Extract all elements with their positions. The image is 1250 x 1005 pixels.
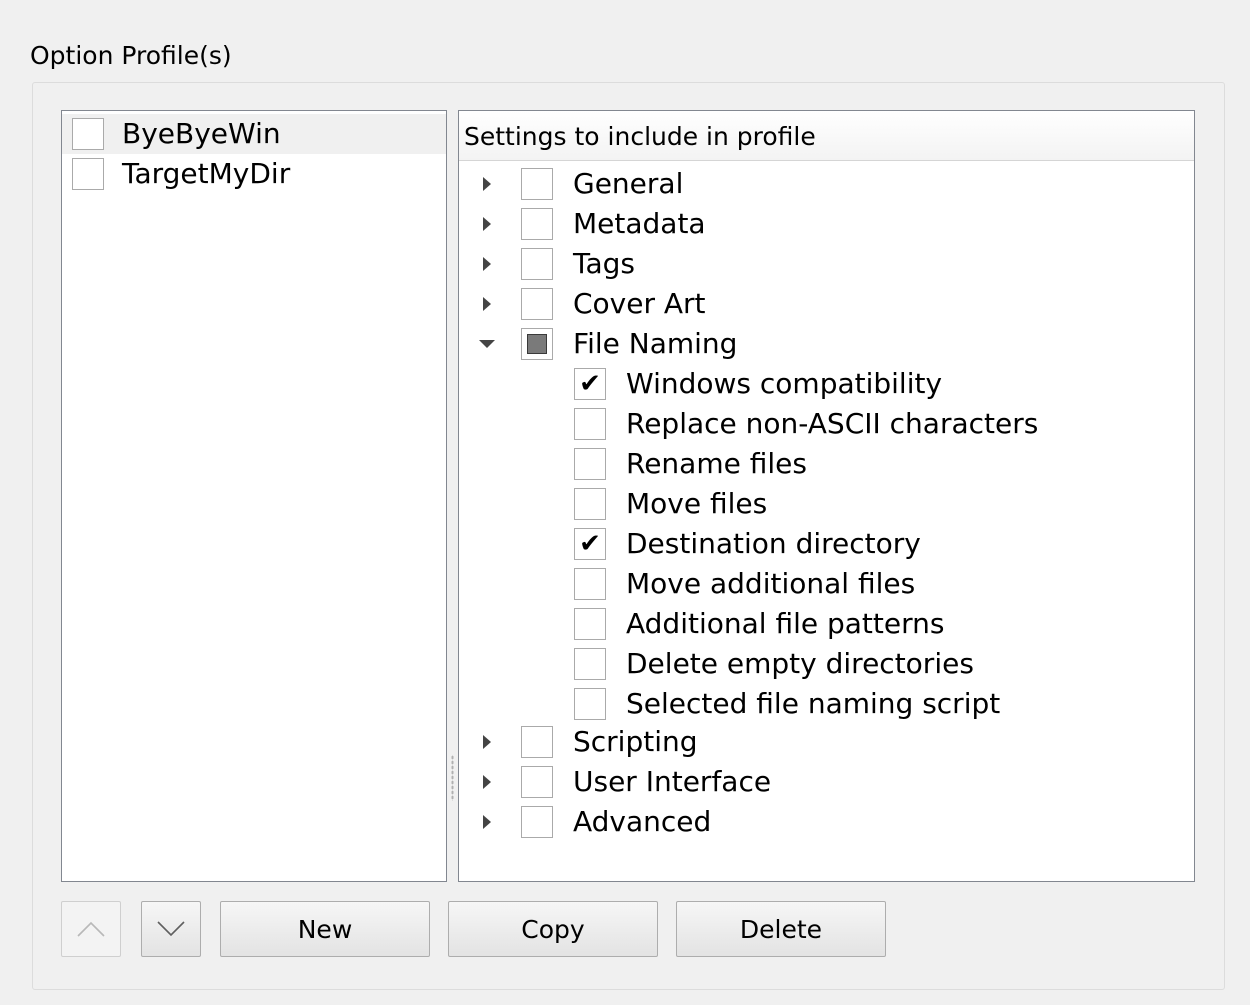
chevron-up-icon (77, 921, 105, 937)
tree-checkbox[interactable] (574, 648, 606, 680)
tree-item-label: Scripting (573, 725, 698, 758)
expand-arrow-icon[interactable] (481, 284, 493, 324)
profile-label: ByeByeWin (122, 117, 281, 150)
tree-checkbox[interactable] (521, 288, 553, 320)
profile-item-targetmydir[interactable]: TargetMyDir (62, 154, 446, 194)
tree-item-cover-art[interactable]: Cover Art (481, 284, 706, 324)
tree-item-label: General (573, 167, 684, 200)
new-button[interactable]: New (220, 901, 430, 957)
tree-checkbox[interactable] (574, 488, 606, 520)
tree-checkbox[interactable] (574, 608, 606, 640)
profile-checkbox[interactable] (72, 118, 104, 150)
profile-item-byebyewin[interactable]: ByeByeWin (62, 114, 446, 154)
tree-child-additional-file-patterns[interactable]: Additional file patterns (574, 604, 944, 644)
tree-item-label: Selected file naming script (626, 687, 1001, 720)
tree-item-user-interface[interactable]: User Interface (481, 762, 771, 802)
copy-button[interactable]: Copy (448, 901, 658, 957)
tree-item-label: Windows compatibility (626, 367, 943, 400)
tree-item-label: Advanced (573, 805, 712, 838)
tree-item-label: Destination directory (626, 527, 921, 560)
tree-item-label: Replace non-ASCII characters (626, 407, 1039, 440)
expand-arrow-icon[interactable] (481, 762, 493, 802)
tree-item-file-naming[interactable]: File Naming (481, 324, 737, 364)
checkmark-icon: ✔ (579, 369, 601, 399)
profile-list[interactable]: ByeByeWin TargetMyDir (61, 110, 447, 882)
tree-item-scripting[interactable]: Scripting (481, 722, 698, 762)
tree-checkbox[interactable] (521, 806, 553, 838)
move-up-button[interactable] (61, 901, 121, 957)
tree-child-move-additional-files[interactable]: Move additional files (574, 564, 915, 604)
tree-item-label: Metadata (573, 207, 706, 240)
tree-item-label: Cover Art (573, 287, 706, 320)
tree-checkbox-partial[interactable] (521, 328, 553, 360)
tree-child-replace-non-ascii[interactable]: Replace non-ASCII characters (574, 404, 1038, 444)
tree-item-label: Delete empty directories (626, 647, 974, 680)
expand-arrow-icon[interactable] (481, 164, 493, 204)
profile-label: TargetMyDir (122, 157, 291, 190)
delete-button[interactable]: Delete (676, 901, 886, 957)
tree-item-label: Tags (573, 247, 635, 280)
tree-item-label: Additional file patterns (626, 607, 945, 640)
expand-arrow-icon[interactable] (481, 722, 493, 762)
move-down-button[interactable] (141, 901, 201, 957)
option-profiles-group-title: Option Profile(s) (30, 41, 232, 70)
splitter-handle[interactable] (451, 755, 454, 801)
tree-checkbox[interactable] (521, 248, 553, 280)
tree-item-general[interactable]: General (481, 164, 683, 204)
expand-arrow-icon[interactable] (481, 244, 493, 284)
expand-arrow-icon[interactable] (481, 204, 493, 244)
tree-item-advanced[interactable]: Advanced (481, 802, 711, 842)
tree-checkbox[interactable] (574, 408, 606, 440)
chevron-down-icon (157, 921, 185, 937)
profile-checkbox[interactable] (72, 158, 104, 190)
settings-tree-header: Settings to include in profile (459, 111, 1194, 161)
tree-checkbox[interactable] (574, 448, 606, 480)
tree-child-windows-compatibility[interactable]: ✔ Windows compatibility (574, 364, 942, 404)
settings-tree[interactable]: Settings to include in profile General M… (458, 110, 1195, 882)
collapse-arrow-icon[interactable] (481, 324, 493, 364)
tree-child-move-files[interactable]: Move files (574, 484, 767, 524)
tree-checkbox[interactable] (521, 208, 553, 240)
tree-item-label: File Naming (573, 327, 738, 360)
tree-item-label: Move additional files (626, 567, 916, 600)
tree-item-metadata[interactable]: Metadata (481, 204, 706, 244)
tree-checkbox[interactable] (521, 168, 553, 200)
tree-child-destination-directory[interactable]: ✔ Destination directory (574, 524, 921, 564)
tree-checkbox[interactable] (521, 726, 553, 758)
tree-item-tags[interactable]: Tags (481, 244, 635, 284)
tree-checkbox[interactable] (521, 766, 553, 798)
tree-child-rename-files[interactable]: Rename files (574, 444, 807, 484)
tree-item-label: Rename files (626, 447, 807, 480)
tree-checkbox-checked[interactable]: ✔ (574, 528, 606, 560)
expand-arrow-icon[interactable] (481, 802, 493, 842)
tree-checkbox-checked[interactable]: ✔ (574, 368, 606, 400)
tree-checkbox[interactable] (574, 568, 606, 600)
checkmark-icon: ✔ (579, 529, 601, 559)
tree-child-delete-empty-directories[interactable]: Delete empty directories (574, 644, 974, 684)
tree-checkbox[interactable] (574, 688, 606, 720)
tree-item-label: User Interface (573, 765, 772, 798)
tree-child-selected-file-naming-script[interactable]: Selected file naming script (574, 684, 1000, 724)
tree-item-label: Move files (626, 487, 768, 520)
